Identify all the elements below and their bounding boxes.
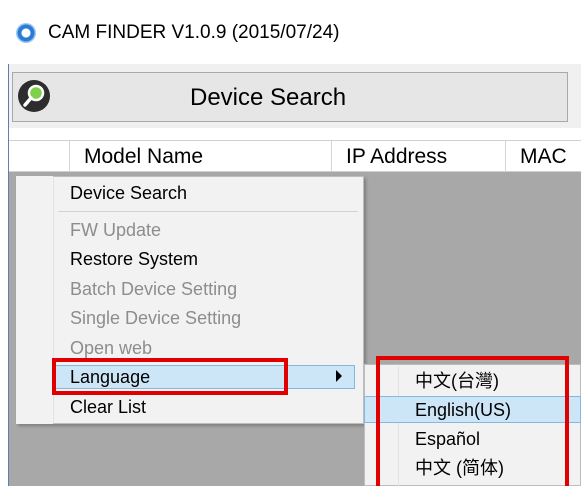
submenu-arrow-icon (336, 370, 342, 382)
menu-gutter (16, 176, 53, 424)
column-header-ip-address[interactable]: IP Address (331, 141, 505, 172)
device-table-header: Model Name IP Address MAC (9, 140, 581, 172)
menu-item-restore-system[interactable]: Restore System (70, 248, 198, 270)
menu-item-single-device-setting[interactable]: Single Device Setting (70, 307, 241, 329)
menu-item-batch-device-setting[interactable]: Batch Device Setting (70, 278, 237, 300)
menu-item-clear-list[interactable]: Clear List (70, 396, 146, 418)
device-search-label[interactable]: Device Search (190, 84, 346, 112)
menu-item-device-search[interactable]: Device Search (70, 182, 187, 204)
column-header-model-name[interactable]: Model Name (69, 141, 331, 172)
column-header-select[interactable] (9, 141, 69, 172)
column-header-mac[interactable]: MAC (505, 141, 581, 172)
menu-separator (58, 211, 358, 212)
title-bar: CAM FINDER V1.0.9 (2015/07/24) (0, 0, 581, 64)
window-title: CAM FINDER V1.0.9 (2015/07/24) (48, 22, 340, 43)
webcam-icon (16, 23, 36, 43)
menu-item-open-web[interactable]: Open web (70, 337, 152, 359)
menu-item-fw-update[interactable]: FW Update (70, 219, 161, 241)
annotation-highlight-language (52, 358, 288, 395)
magnifier-icon (18, 80, 50, 112)
annotation-highlight-languages (376, 356, 569, 486)
